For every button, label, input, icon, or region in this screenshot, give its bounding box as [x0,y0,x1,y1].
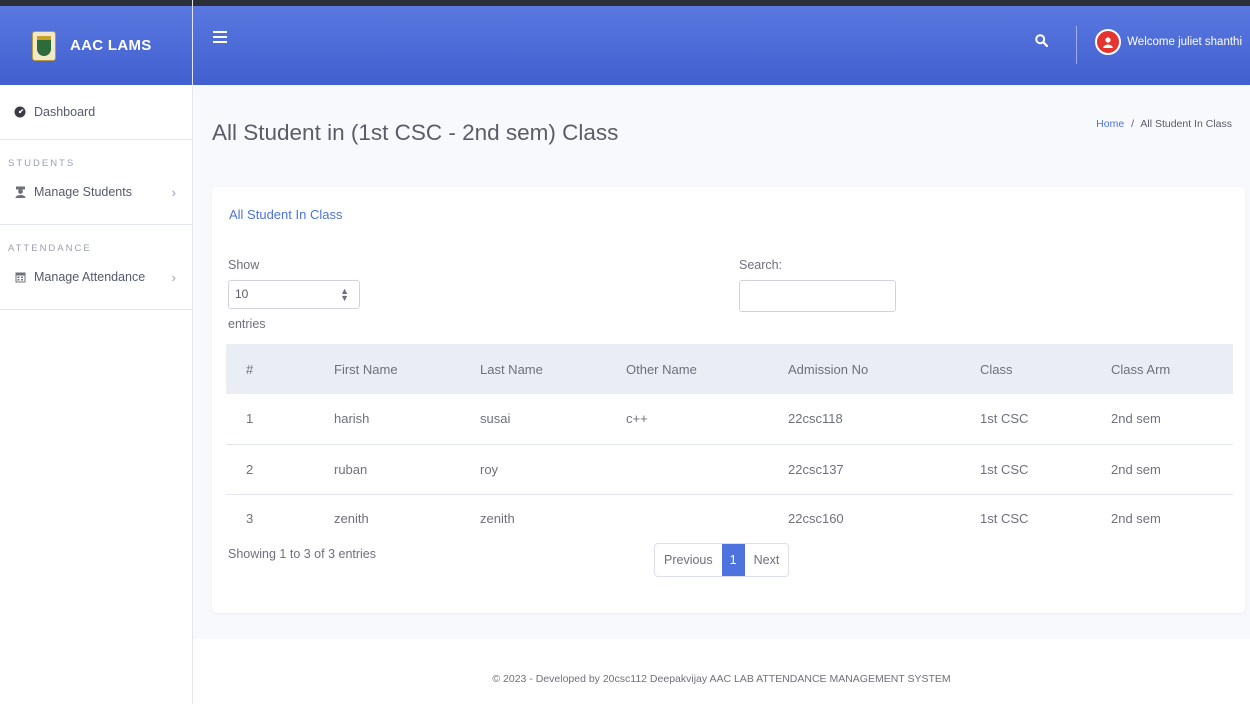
column-header-first-name[interactable]: First Name [334,344,480,394]
search-icon[interactable] [1035,34,1049,52]
brand[interactable]: AAC LAMS [0,0,192,85]
sidebar-heading-students: STUDENTS [8,158,76,169]
footer-text: © 2023 - Developed by 20csc112 Deepakvij… [492,672,951,685]
college-crest-logo [32,30,56,61]
breadcrumb-separator: / [1131,118,1135,130]
chevron-right-icon: › [171,269,176,285]
sidebar-item-manage-students[interactable]: Manage Students › [0,172,192,212]
cell-other-name [626,444,788,494]
cell-number: 2 [246,461,254,477]
page-1-button[interactable]: 1 [721,544,745,576]
calendar-icon [14,271,26,283]
cell-other-name [626,494,788,542]
sidebar-heading-attendance: ATTENDANCE [8,243,92,254]
breadcrumb: Home / All Student In Class [1096,118,1232,130]
card-title: All Student In Class [229,207,343,222]
chevron-right-icon: › [171,184,176,200]
table-row: 3 zenith zenith 22csc160 1st CSC 2nd sem [226,494,1233,542]
cell-first-name: harish [334,411,370,427]
cell-class-arm: 2nd sem [1111,411,1161,427]
sidebar-item-label: Manage Attendance [34,270,146,284]
breadcrumb-home-link[interactable]: Home [1096,118,1124,130]
cell-admission-no: 22csc137 [788,461,844,477]
hamburger-menu-icon[interactable] [213,31,227,46]
pagination: Previous 1 Next [654,543,790,577]
page-title: All Student in (1st CSC - 2nd sem) Class [212,120,619,145]
select-arrows-icon: ▲ ▼ [340,286,349,303]
sidebar: AAC LAMS Dashboard STUDENTS Manage Stude… [0,0,193,704]
search-input[interactable] [739,280,896,312]
user-graduate-icon [14,186,26,198]
students-card: All Student In Class Show 10 ▲ ▼ entries … [212,187,1245,613]
entries-select[interactable]: 10 ▲ ▼ [228,280,360,309]
user-menu[interactable]: Welcome juliet shanthi [1095,29,1242,55]
column-header-number[interactable]: # [226,344,334,394]
cell-number: 1 [246,411,254,427]
table-header-row: # First Name Last Name Other Name Admiss… [226,344,1233,394]
column-header-admission-no[interactable]: Admission No [788,344,980,394]
column-header-class-arm[interactable]: Class Arm [1111,344,1233,394]
divider [0,309,192,310]
previous-page-button[interactable]: Previous [655,544,722,576]
cell-admission-no: 22csc160 [788,510,844,526]
table-row: 2 ruban roy 22csc137 1st CSC 2nd sem [226,444,1233,494]
search-label: Search: [739,258,783,272]
show-label: Show [228,258,260,272]
next-page-button[interactable]: Next [745,544,789,576]
cell-class: 1st CSC [980,411,1029,427]
footer: © 2023 - Developed by 20csc112 Deepakvij… [193,639,1250,704]
sidebar-item-dashboard[interactable]: Dashboard [0,85,192,139]
column-header-class[interactable]: Class [980,344,1111,394]
brand-name: AAC LAMS [70,37,152,54]
column-header-other-name[interactable]: Other Name [626,344,788,394]
sidebar-item-manage-attendance[interactable]: Manage Attendance › [0,257,192,297]
table-info: Showing 1 to 3 of 3 entries [228,547,377,561]
entries-select-value: 10 [235,287,249,301]
topbar: Welcome juliet shanthi [193,0,1250,85]
dashboard-icon [14,106,26,118]
table-row: 1 harish susai c++ 22csc118 1st CSC 2nd … [226,394,1233,444]
sidebar-item-label: Dashboard [34,105,96,119]
user-avatar-icon [1095,29,1122,55]
breadcrumb-current: All Student In Class [1140,118,1232,130]
cell-admission-no: 22csc118 [788,411,843,427]
cell-first-name: zenith [334,510,369,526]
cell-other-name: c++ [626,411,648,427]
cell-last-name: susai [480,411,511,427]
students-table: # First Name Last Name Other Name Admiss… [226,344,1233,542]
cell-class: 1st CSC [980,461,1029,477]
topbar-divider [1076,26,1077,64]
column-header-last-name[interactable]: Last Name [480,344,626,394]
cell-class-arm: 2nd sem [1111,461,1161,477]
cell-first-name: ruban [334,461,368,477]
entries-label: entries [228,317,266,331]
cell-number: 3 [246,510,254,526]
cell-class-arm: 2nd sem [1111,510,1161,526]
welcome-text: Welcome juliet shanthi [1127,36,1242,48]
cell-class: 1st CSC [980,510,1029,526]
sidebar-item-label: Manage Students [34,185,132,199]
cell-last-name: roy [480,461,499,477]
cell-last-name: zenith [480,510,515,526]
